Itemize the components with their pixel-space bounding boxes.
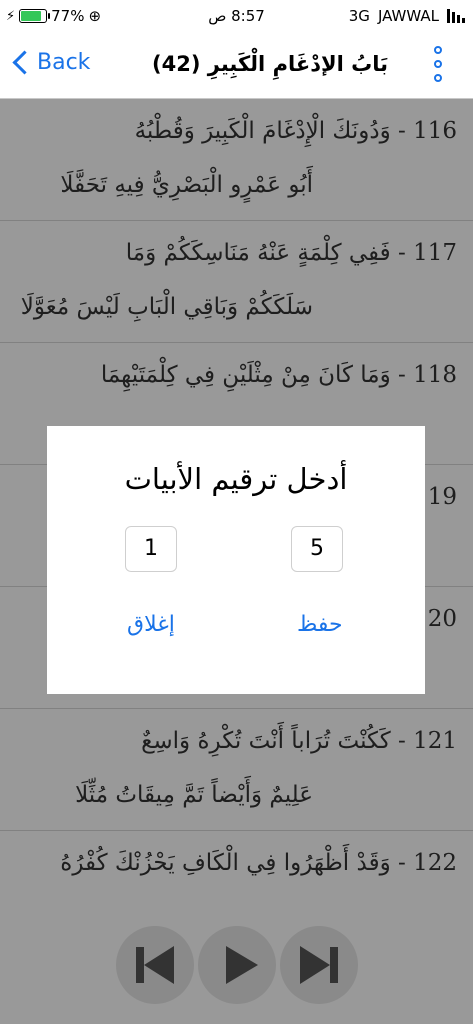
network-type: 3G	[348, 7, 370, 25]
signal-icon	[447, 9, 465, 23]
verse-from-field[interactable]: 1	[125, 526, 177, 572]
status-right: 3G JAWWAL	[349, 7, 465, 25]
verse-to-field[interactable]: 5	[291, 526, 343, 572]
more-options-icon[interactable]	[433, 46, 445, 86]
back-button[interactable]: Back	[10, 50, 90, 75]
carrier-name: JAWWAL	[377, 7, 439, 25]
back-label: Back	[37, 50, 91, 75]
chevron-left-icon	[12, 50, 37, 75]
save-button[interactable]: حفظ	[297, 612, 343, 637]
close-button[interactable]: إغلاق	[127, 612, 175, 637]
navigation-bar: Back بَابُ الإدْغَامِ الْكَبِيرِ (42)	[0, 34, 473, 99]
verse-numbering-dialog: أدخل ترقيم الأبيات 5 1 حفظ إغلاق	[47, 426, 425, 694]
status-bar: ⚡ 77% ⊕ 8:57 ص 3G JAWWAL	[0, 0, 473, 34]
page-title: بَابُ الإدْغَامِ الْكَبِيرِ (42)	[152, 52, 388, 76]
dialog-title: أدخل ترقيم الأبيات	[124, 462, 348, 496]
